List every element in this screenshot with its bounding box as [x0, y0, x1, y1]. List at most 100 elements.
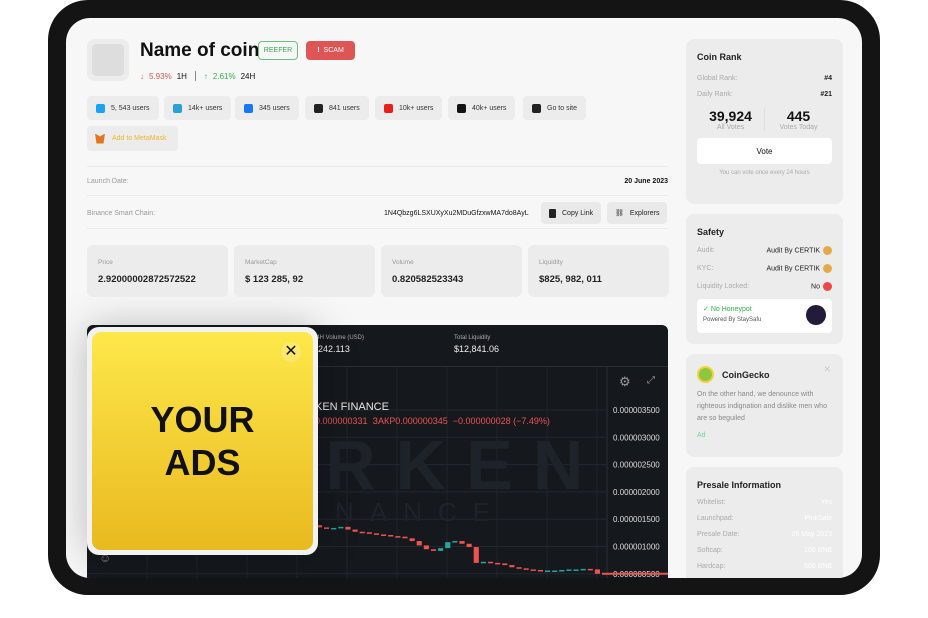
presale-value: Yes [820, 499, 832, 506]
candle [409, 538, 415, 542]
all-votes: 39,924 [709, 108, 752, 124]
ad-text-line2: ADS [164, 442, 241, 483]
audit-label: Audit: [697, 247, 715, 254]
today-votes-label: Votes Today [779, 124, 818, 131]
coin-name: Name of coin [140, 40, 260, 61]
candle [487, 561, 494, 564]
social-label: 40k+ users [472, 104, 507, 112]
y-tick-label: 0.000002500 [613, 461, 660, 470]
global-rank: #4 [824, 75, 832, 82]
divider [87, 195, 668, 196]
social-discord-button[interactable]: 841 users [305, 96, 369, 120]
candle [452, 541, 458, 543]
ad-banner[interactable]: YOUR ADS ✕ [92, 332, 313, 550]
candle [395, 536, 401, 538]
audit-value: Audit By CERTIK [766, 247, 820, 255]
vote-button[interactable]: Vote [697, 138, 832, 164]
launch-date-label: Launch Date: [87, 178, 129, 185]
candle [438, 548, 444, 551]
staysafu-logo [806, 305, 826, 325]
candle [423, 545, 429, 550]
card-title: Safety [697, 227, 725, 237]
candle [594, 569, 600, 574]
presale-value: 500 BNB [803, 563, 832, 570]
candle [566, 569, 572, 571]
presale-key: Softcap: [697, 547, 723, 554]
tiktok-icon [457, 103, 466, 113]
social-twitter-button[interactable]: 5, 543 users [87, 96, 159, 120]
stat-card-liquidity: Liquidity $825, 982, 011 [528, 245, 669, 297]
explorers-button[interactable]: ⛓ Explorers [607, 202, 668, 224]
social-telegram-button[interactable]: 14k+ users [164, 96, 232, 120]
candle [359, 531, 365, 534]
warning-icon [823, 282, 832, 291]
y-tick-label: 0.000003500 [613, 406, 660, 415]
social-label: Go to site [547, 104, 577, 112]
contract-address: 1N4Qbzg6LSXUXyXu2MDuGfzxwMA7do8AyL [384, 210, 529, 217]
presale-row: Whitelist: Yes [697, 499, 832, 506]
card-title: CoinGecko [722, 369, 770, 380]
daily-rank-label: Daily Rank: [697, 91, 733, 98]
divider [194, 71, 196, 81]
presale-card: Presale Information Whitelist: Yes Launchp… [686, 467, 843, 578]
global-rank-label: Global Rank: [697, 75, 738, 82]
ad-popup[interactable]: YOUR ADS ✕ [87, 327, 318, 555]
candle [530, 569, 536, 571]
candle [509, 565, 515, 568]
card-title: Presale Information [697, 480, 782, 490]
vote-note: You can vote once every 24 hours [719, 170, 810, 176]
social-tiktok-button[interactable]: 40k+ users [448, 96, 516, 120]
arrow-down-icon: ↓ [140, 71, 144, 81]
screen: Name of coin REEFER ! SCAM ↓ 5.93% 1H ↑ 2.61… [66, 18, 862, 578]
certik-icon [823, 246, 832, 255]
presale-row: Launchpad: PinkSale [697, 515, 832, 522]
presale-value: 100 BNB [803, 547, 832, 554]
metamask-icon [95, 133, 105, 144]
globe-icon [532, 103, 541, 113]
divider [87, 166, 668, 167]
certik-icon [823, 264, 832, 273]
candle [324, 527, 330, 529]
all-votes-label: All Votes [716, 124, 745, 131]
youtube-icon [384, 103, 393, 113]
close-icon[interactable]: ✕ [823, 364, 831, 375]
change-24h: 2.61% [212, 71, 236, 81]
candle [445, 542, 451, 549]
liquidity-locked-value: No [811, 283, 820, 291]
facebook-icon [244, 103, 253, 113]
ad-text-line1: YOUR [150, 399, 255, 440]
presale-key: Hardcap: [697, 563, 726, 570]
candle [552, 570, 558, 573]
presale-key: Presale Date: [697, 531, 740, 538]
reefer-badge[interactable]: REEFER [258, 41, 298, 60]
scam-label: SCAM [323, 47, 344, 54]
chart-symbol: KEN FINANCE [315, 401, 389, 413]
today-votes: 445 [786, 108, 811, 124]
coin-logo [87, 39, 129, 81]
candle [502, 563, 508, 566]
stat-label: Price [98, 259, 113, 266]
scam-badge[interactable]: ! SCAM [306, 41, 355, 60]
social-globe-button[interactable]: Go to site [523, 96, 586, 120]
stat-value: $825, 982, 011 [539, 274, 602, 285]
divider [87, 228, 668, 229]
social-youtube-button[interactable]: 10k+ users [375, 96, 443, 120]
add-to-metamask-button[interactable]: Add to MetaMask [87, 126, 178, 151]
candle [388, 535, 394, 537]
close-icon[interactable]: ✕ [281, 342, 301, 362]
safety-card: Safety Audit: Audit By CERTIK KYC: Audit B… [686, 214, 843, 344]
candle [573, 569, 579, 571]
liquidity-locked-label: Liquidity Locked: [697, 283, 750, 290]
social-label: 345 users [259, 104, 290, 112]
coingecko-ad-card[interactable]: CoinGecko ✕ On the other hand, we denoun… [686, 354, 843, 457]
label-1h: 1H [176, 71, 187, 81]
copy-icon [549, 208, 556, 218]
candle [473, 547, 479, 563]
presale-value: PinkSale [804, 515, 832, 522]
stat-value: 2.92000002872572522 [98, 274, 196, 285]
honeypot-status: No Honeypot [710, 306, 752, 313]
price-changes: ↓ 5.93% 1H ↑ 2.61% 24H [140, 71, 255, 81]
social-facebook-button[interactable]: 345 users [235, 96, 299, 120]
candle [331, 527, 337, 530]
copy-link-button[interactable]: Copy Link [541, 202, 602, 224]
